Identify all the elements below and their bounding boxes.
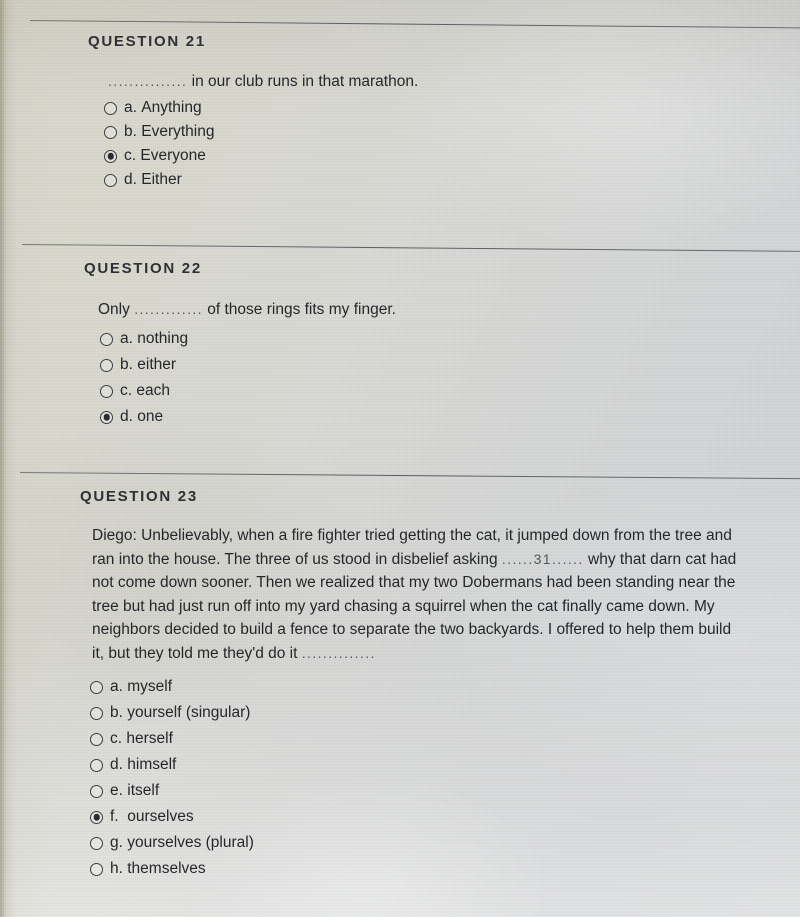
radio-icon-21-d[interactable] [104,173,117,187]
options-list-22: a. nothing b. either c. each d. one [100,326,396,430]
stem-text-21: in our club runs in that marathon. [191,73,419,90]
radio-icon-23-f[interactable] [90,810,103,824]
stem-text-22: of those rings fits my finger. [207,301,396,318]
option-label-23-d: d. himself [110,756,177,773]
question-block-21: QUESTION 21 ............... in our club … [88,33,418,192]
question-stem-21: ............... in our club runs in that… [108,71,418,92]
options-list-21: a. Anything b. Everything c. Everyone d.… [104,96,418,192]
question-heading-22: QUESTION 22 [84,260,202,277]
question-heading-23: QUESTION 23 [80,488,198,505]
option-23-g[interactable]: g. yourselves (plural) [90,830,742,856]
passage-blank-31: ......31...... [501,550,584,567]
option-22-a[interactable]: a. nothing [100,326,396,352]
radio-icon-22-b[interactable] [100,358,113,372]
radio-icon-23-d[interactable] [90,758,103,772]
quiz-content: QUESTION 21 ............... in our club … [0,0,800,917]
option-label-23-e: e. itself [110,782,160,799]
option-label-23-h: h. themselves [110,860,206,877]
option-23-b[interactable]: b. yourself (singular) [90,700,742,726]
question-heading-21: QUESTION 21 [88,33,206,50]
option-label-22-d: d. one [120,408,164,425]
option-label-23-c: c. herself [110,730,173,747]
option-23-e[interactable]: e. itself [90,778,742,804]
radio-icon-21-b[interactable] [104,125,117,139]
radio-icon-22-c[interactable] [100,384,113,398]
section-divider-23 [19,472,800,480]
option-23-h[interactable]: h. themselves [90,856,742,882]
option-label-21-d: d. Either [124,171,182,188]
option-23-a[interactable]: a. myself [90,674,742,700]
radio-icon-23-e[interactable] [90,784,103,798]
option-label-21-b: b. Everything [124,123,215,140]
option-22-b[interactable]: b. either [100,352,396,378]
question-stem-22: Only ............. of those rings fits m… [98,299,396,320]
stem-prefix-22: Only [98,301,130,318]
option-21-c[interactable]: c. Everyone [104,144,418,168]
option-label-21-a: a. Anything [124,99,202,116]
question-block-22: QUESTION 22 Only ............. of those … [84,260,396,430]
passage-line-6: decided to build a fence to separate the… [164,621,695,638]
section-divider-21 [29,20,800,29]
option-22-c[interactable]: c. each [100,378,396,404]
option-label-23-f: f. ourselves [110,808,194,825]
radio-icon-23-g[interactable] [90,836,103,850]
option-23-c[interactable]: c. herself [90,726,742,752]
radio-icon-22-d[interactable] [100,410,113,424]
passage-line-1: Diego: Unbelievably, when a fire fighter… [92,527,645,544]
option-label-23-a: a. myself [110,678,173,695]
option-23-f[interactable]: f. ourselves [90,804,742,830]
question-passage-23: Diego: Unbelievably, when a fire fighter… [92,524,742,665]
radio-icon-21-c[interactable] [104,149,117,163]
option-label-22-b: b. either [120,356,177,373]
option-23-d[interactable]: d. himself [90,752,742,778]
radio-icon-21-a[interactable] [104,101,117,115]
passage-blank-final: .............. [301,644,376,661]
option-22-d[interactable]: d. one [100,404,396,430]
radio-icon-23-c[interactable] [90,732,103,746]
stem-blank-22: ............. [134,301,203,317]
option-label-22-a: a. nothing [120,330,189,347]
stem-blank-21: ............... [108,73,188,89]
option-label-23-b: b. yourself (singular) [110,704,251,721]
option-21-d[interactable]: d. Either [104,168,418,192]
section-divider-22 [21,244,800,252]
option-label-22-c: c. each [120,382,170,399]
option-21-b[interactable]: b. Everything [104,120,418,144]
options-list-23: a. myself b. yourself (singular) c. hers… [90,674,742,882]
radio-icon-23-b[interactable] [90,706,103,720]
option-label-21-c: c. Everyone [124,147,206,164]
question-block-23: QUESTION 23 Diego: Unbelievably, when a … [80,488,742,882]
radio-icon-23-h[interactable] [90,862,103,876]
option-21-a[interactable]: a. Anything [104,96,418,120]
radio-icon-23-a[interactable] [90,680,103,694]
radio-icon-22-a[interactable] [100,332,113,346]
option-label-23-g: g. yourselves (plural) [110,834,254,851]
